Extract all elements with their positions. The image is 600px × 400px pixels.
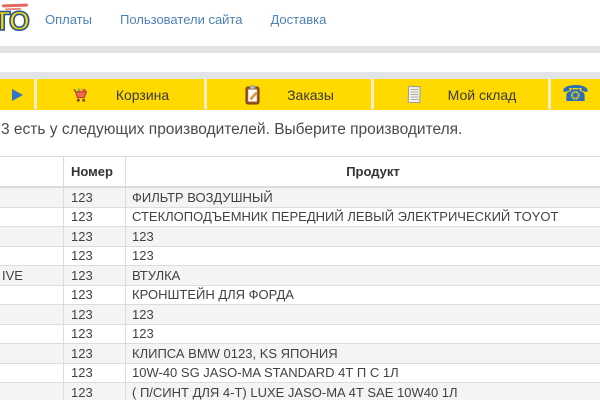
cell-manufacturer: [0, 344, 63, 363]
cell-number: 123: [63, 364, 125, 383]
table-row[interactable]: 123 КЛИПСА BMW 0123, KS ЯПОНИЯ: [0, 343, 600, 363]
manufacturers-table: Номер Продукт 123 ФИЛЬТР ВОЗДУШНЫЙ 123 С…: [0, 156, 600, 400]
page: ТО Оплаты Пользователи сайта Доставка Ко…: [0, 0, 600, 400]
header-product: Продукт: [125, 157, 600, 186]
cell-number: 123: [63, 188, 125, 207]
cell-product: 123: [125, 325, 600, 344]
shopping-cart-icon: [72, 86, 90, 104]
cell-number: 123: [63, 383, 125, 400]
nav-item-payments[interactable]: Оплаты: [45, 12, 92, 27]
cell-manufacturer: [0, 364, 63, 383]
cell-manufacturer: [0, 227, 63, 246]
cell-number: 123: [63, 305, 125, 324]
table-row[interactable]: 123 ФИЛЬТР ВОЗДУШНЫЙ: [0, 187, 600, 207]
orders-clipboard-icon: [244, 85, 261, 105]
cell-product: СТЕКЛОПОДЪЕМНИК ПЕРЕДНИЙ ЛЕВЫЙ ЭЛЕКТРИЧЕ…: [125, 208, 600, 227]
nav-item-site-users[interactable]: Пользователи сайта: [120, 12, 243, 27]
table-row[interactable]: 123 123: [0, 246, 600, 266]
cart-button[interactable]: Корзина: [37, 79, 204, 110]
table-row[interactable]: 123 123: [0, 226, 600, 246]
header-number: Номер: [63, 157, 125, 186]
main-toolbar: Корзина Заказы Мой скл: [0, 79, 600, 110]
phone-contact-button[interactable]: ☎: [551, 79, 600, 110]
cell-product: КЛИПСА BMW 0123, KS ЯПОНИЯ: [125, 344, 600, 363]
phone-icon: ☎: [562, 84, 589, 106]
cell-product: ( П/СИНТ ДЛЯ 4-Т) LUXE JASO-MA 4Т SAE 10…: [125, 383, 600, 400]
table-row[interactable]: 123 123: [0, 304, 600, 324]
cell-manufacturer: IVE: [0, 266, 63, 285]
table-row[interactable]: 123 СТЕКЛОПОДЪЕМНИК ПЕРЕДНИЙ ЛЕВЫЙ ЭЛЕКТ…: [0, 207, 600, 227]
site-logo[interactable]: ТО: [0, 1, 44, 43]
cell-product: 10W-40 SG JASO-MA STANDARD 4Т П С 1Л: [125, 364, 600, 383]
cell-number: 123: [63, 227, 125, 246]
cell-number: 123: [63, 247, 125, 266]
cell-number: 123: [63, 286, 125, 305]
cell-product: ВТУЛКА: [125, 266, 600, 285]
divider-band-bottom: [0, 72, 600, 79]
expand-arrow-button[interactable]: [0, 79, 34, 110]
orders-button[interactable]: Заказы: [207, 79, 371, 110]
cell-manufacturer: [0, 247, 63, 266]
cell-product: 123: [125, 227, 600, 246]
table-row[interactable]: 123 123: [0, 324, 600, 344]
table-header-row: Номер Продукт: [0, 156, 600, 187]
top-nav: Оплаты Пользователи сайта Доставка: [45, 12, 326, 27]
play-arrow-icon: [12, 89, 23, 101]
cell-manufacturer: [0, 208, 63, 227]
cell-product: ФИЛЬТР ВОЗДУШНЫЙ: [125, 188, 600, 207]
table-row[interactable]: 123 10W-40 SG JASO-MA STANDARD 4Т П С 1Л: [0, 363, 600, 383]
table-row[interactable]: 123 КРОНШТЕЙН ДЛЯ ФОРДА: [0, 285, 600, 305]
divider-band-top: [0, 46, 600, 53]
cell-manufacturer: [0, 383, 63, 400]
cell-product: 123: [125, 247, 600, 266]
page-title: 3 есть у следующих производителей. Выбер…: [1, 121, 600, 139]
cell-manufacturer: [0, 188, 63, 207]
my-warehouse-button[interactable]: Мой склад: [374, 79, 548, 110]
cell-number: 123: [63, 266, 125, 285]
cart-label: Корзина: [116, 87, 169, 103]
cell-product: КРОНШТЕЙН ДЛЯ ФОРДА: [125, 286, 600, 305]
site-header: ТО Оплаты Пользователи сайта Доставка: [0, 0, 600, 46]
cell-manufacturer: [0, 286, 63, 305]
cell-product: 123: [125, 305, 600, 324]
cell-number: 123: [63, 325, 125, 344]
nav-item-delivery[interactable]: Доставка: [270, 12, 326, 27]
table-row[interactable]: IVE 123 ВТУЛКА: [0, 265, 600, 285]
logo-text: ТО: [0, 6, 29, 37]
my-warehouse-label: Мой склад: [448, 87, 517, 103]
cell-manufacturer: [0, 305, 63, 324]
cell-number: 123: [63, 208, 125, 227]
orders-label: Заказы: [287, 87, 334, 103]
cell-number: 123: [63, 344, 125, 363]
table-row[interactable]: 123 ( П/СИНТ ДЛЯ 4-Т) LUXE JASO-MA 4Т SA…: [0, 382, 600, 400]
cell-manufacturer: [0, 325, 63, 344]
warehouse-ledger-icon: [406, 85, 422, 104]
header-manufacturer: [0, 157, 63, 186]
